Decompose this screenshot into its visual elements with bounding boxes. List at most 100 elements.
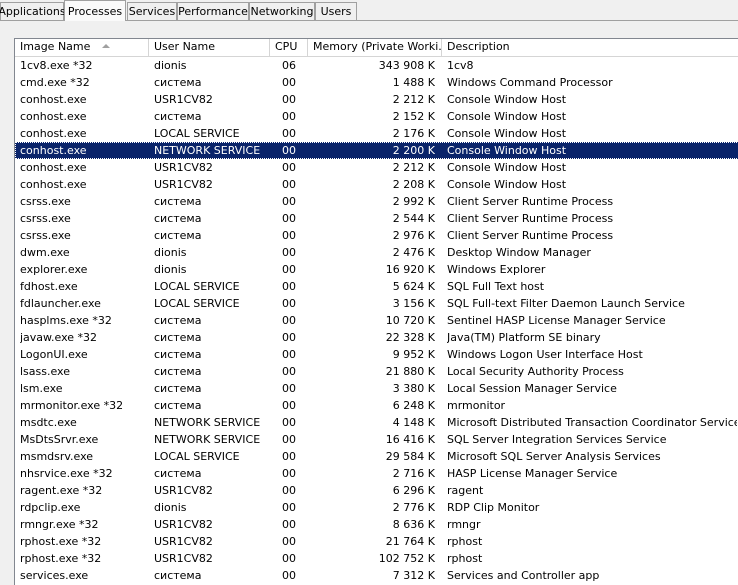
process-user-name: USR1CV82 xyxy=(154,535,213,548)
process-image-name: lsass.exe xyxy=(20,365,70,378)
process-row[interactable]: explorer.exe dionis 00 16 920 K Windows Expl… xyxy=(15,261,738,278)
process-cpu: 00 xyxy=(282,229,296,242)
process-user-name: USR1CV82 xyxy=(154,484,213,497)
process-row[interactable]: services.exe система 00 7 312 K Services and… xyxy=(15,567,738,584)
column-header-row: Image Name User Name CPU Memory (Private… xyxy=(15,39,738,57)
process-memory: 2 176 K xyxy=(392,127,435,140)
process-cpu: 00 xyxy=(282,501,296,514)
process-memory: 2 208 K xyxy=(392,178,435,191)
process-image-name: rphost.exe *32 xyxy=(20,552,102,565)
process-row[interactable]: conhost.exe система 00 2 152 K Console Windo… xyxy=(15,108,738,125)
process-image-name: conhost.exe xyxy=(20,144,87,157)
process-image-name: cmd.exe *32 xyxy=(20,76,90,89)
process-row[interactable]: conhost.exe LOCAL SERVICE 00 2 176 K Console… xyxy=(15,125,738,142)
process-image-name: mrmonitor.exe *32 xyxy=(20,399,124,412)
process-cpu: 00 xyxy=(282,297,296,310)
process-description: Java(TM) Platform SE binary xyxy=(447,331,601,344)
tab-performance[interactable]: Performance xyxy=(177,2,249,20)
process-row[interactable]: csrss.exe система 00 2 544 K Client Server R… xyxy=(15,210,738,227)
process-memory: 9 952 K xyxy=(392,348,435,361)
process-row[interactable]: hasplms.exe *32 система 00 10 720 K Sentinel… xyxy=(15,312,738,329)
column-header-user-name[interactable]: User Name xyxy=(149,39,270,56)
column-header-description[interactable]: Description xyxy=(442,39,738,56)
process-list[interactable]: Image Name User Name CPU Memory (Private… xyxy=(14,38,738,585)
process-description: 1cv8 xyxy=(447,59,474,72)
process-row[interactable]: javaw.exe *32 система 00 22 328 K Java(TM) P… xyxy=(15,329,738,346)
process-cpu: 00 xyxy=(282,348,296,361)
process-memory: 21 764 K xyxy=(385,535,435,548)
process-cpu: 00 xyxy=(282,399,296,412)
process-row[interactable]: LogonUI.exe система 00 9 952 K Windows Logon… xyxy=(15,346,738,363)
tab-services[interactable]: Services xyxy=(127,2,177,20)
process-description: Client Server Runtime Process xyxy=(447,229,614,242)
process-image-name: LogonUI.exe xyxy=(20,348,88,361)
tab-networking[interactable]: Networking xyxy=(249,2,315,20)
process-cpu: 00 xyxy=(282,518,296,531)
process-row[interactable]: conhost.exe USR1CV82 00 2 212 K Console Wind… xyxy=(15,91,738,108)
process-memory: 2 776 K xyxy=(392,501,435,514)
process-row[interactable]: conhost.exe NETWORK SERVICE 00 2 200 K Conso… xyxy=(15,142,738,159)
sort-ascending-icon xyxy=(102,44,111,48)
process-cpu: 00 xyxy=(282,246,296,259)
process-memory: 2 200 K xyxy=(392,144,435,157)
process-description: Desktop Window Manager xyxy=(447,246,591,259)
tab-applications[interactable]: Applications xyxy=(0,2,66,20)
process-row[interactable]: ragent.exe *32 USR1CV82 00 6 296 K ragent xyxy=(15,482,738,499)
process-user-name: USR1CV82 xyxy=(154,161,213,174)
process-row[interactable]: msdtc.exe NETWORK SERVICE 00 4 148 K Microso… xyxy=(15,414,738,431)
process-memory: 6 248 K xyxy=(392,399,435,412)
process-memory: 2 976 K xyxy=(392,229,435,242)
process-row[interactable]: dwm.exe dionis 00 2 476 K Desktop Window Man… xyxy=(15,244,738,261)
process-row[interactable]: lsm.exe система 00 3 380 K Local Session Man… xyxy=(15,380,738,397)
process-cpu: 00 xyxy=(282,280,296,293)
process-row[interactable]: nhsrvice.exe *32 система 00 2 716 K HASP Lic… xyxy=(15,465,738,482)
process-memory: 1 488 K xyxy=(392,76,435,89)
process-image-name: conhost.exe xyxy=(20,161,87,174)
process-image-name: csrss.exe xyxy=(20,195,71,208)
process-row[interactable]: rmngr.exe *32 USR1CV82 00 8 636 K rmngr xyxy=(15,516,738,533)
process-description: Local Security Authority Process xyxy=(447,365,624,378)
process-image-name: javaw.exe *32 xyxy=(20,331,98,344)
process-memory: 2 152 K xyxy=(392,110,435,123)
column-header-cpu[interactable]: CPU xyxy=(270,39,308,56)
process-cpu: 00 xyxy=(282,212,296,225)
process-memory: 10 720 K xyxy=(385,314,435,327)
process-row[interactable]: csrss.exe система 00 2 992 K Client Server R… xyxy=(15,193,738,210)
process-row[interactable]: msmdsrv.exe LOCAL SERVICE 00 29 584 K Micros… xyxy=(15,448,738,465)
process-row[interactable]: MsDtsSrvr.exe NETWORK SERVICE 00 16 416 K SQ… xyxy=(15,431,738,448)
process-user-name: система xyxy=(154,365,202,378)
process-row[interactable]: cmd.exe *32 система 00 1 488 K Windows Comma… xyxy=(15,74,738,91)
process-description: Microsoft Distributed Transaction Coordi… xyxy=(447,416,737,429)
process-row[interactable]: rphost.exe *32 USR1CV82 00 21 764 K rphost xyxy=(15,533,738,550)
process-description: RDP Clip Monitor xyxy=(447,501,540,514)
column-header-memory[interactable]: Memory (Private Worki... xyxy=(308,39,442,56)
process-user-name: LOCAL SERVICE xyxy=(154,127,240,140)
process-description: rphost xyxy=(447,535,483,548)
process-row[interactable]: mrmonitor.exe *32 система 00 6 248 K mrmonit… xyxy=(15,397,738,414)
process-row[interactable]: 1cv8.exe *32 dionis 06 343 908 K 1cv8 xyxy=(15,57,738,74)
process-cpu: 00 xyxy=(282,110,296,123)
process-row[interactable]: conhost.exe USR1CV82 00 2 208 K Console Wind… xyxy=(15,176,738,193)
tab-processes[interactable]: Processes xyxy=(64,0,126,21)
process-row[interactable]: csrss.exe система 00 2 976 K Client Server R… xyxy=(15,227,738,244)
process-description: SQL Server Integration Services Service xyxy=(447,433,667,446)
process-description: rphost xyxy=(447,552,483,565)
process-row[interactable]: rdpclip.exe dionis 00 2 776 K RDP Clip Monit… xyxy=(15,499,738,516)
process-image-name: csrss.exe xyxy=(20,229,71,242)
process-row[interactable]: fdlauncher.exe LOCAL SERVICE 00 3 156 K SQL … xyxy=(15,295,738,312)
process-row[interactable]: conhost.exe USR1CV82 00 2 212 K Console Wind… xyxy=(15,159,738,176)
process-memory: 16 416 K xyxy=(385,433,435,446)
process-description: Client Server Runtime Process xyxy=(447,212,614,225)
column-header-image-name[interactable]: Image Name xyxy=(15,39,149,56)
process-cpu: 00 xyxy=(282,552,296,565)
process-cpu: 00 xyxy=(282,467,296,480)
process-row[interactable]: rphost.exe *32 USR1CV82 00 102 752 K rphost xyxy=(15,550,738,567)
tab-users[interactable]: Users xyxy=(315,2,357,20)
process-image-name: rdpclip.exe xyxy=(20,501,81,514)
process-user-name: NETWORK SERVICE xyxy=(154,433,261,446)
process-memory: 7 312 K xyxy=(392,569,435,582)
process-cpu: 00 xyxy=(282,161,296,174)
process-row[interactable]: lsass.exe система 00 21 880 K Local Security… xyxy=(15,363,738,380)
process-cpu: 00 xyxy=(282,195,296,208)
process-row[interactable]: fdhost.exe LOCAL SERVICE 00 5 624 K SQL Full… xyxy=(15,278,738,295)
